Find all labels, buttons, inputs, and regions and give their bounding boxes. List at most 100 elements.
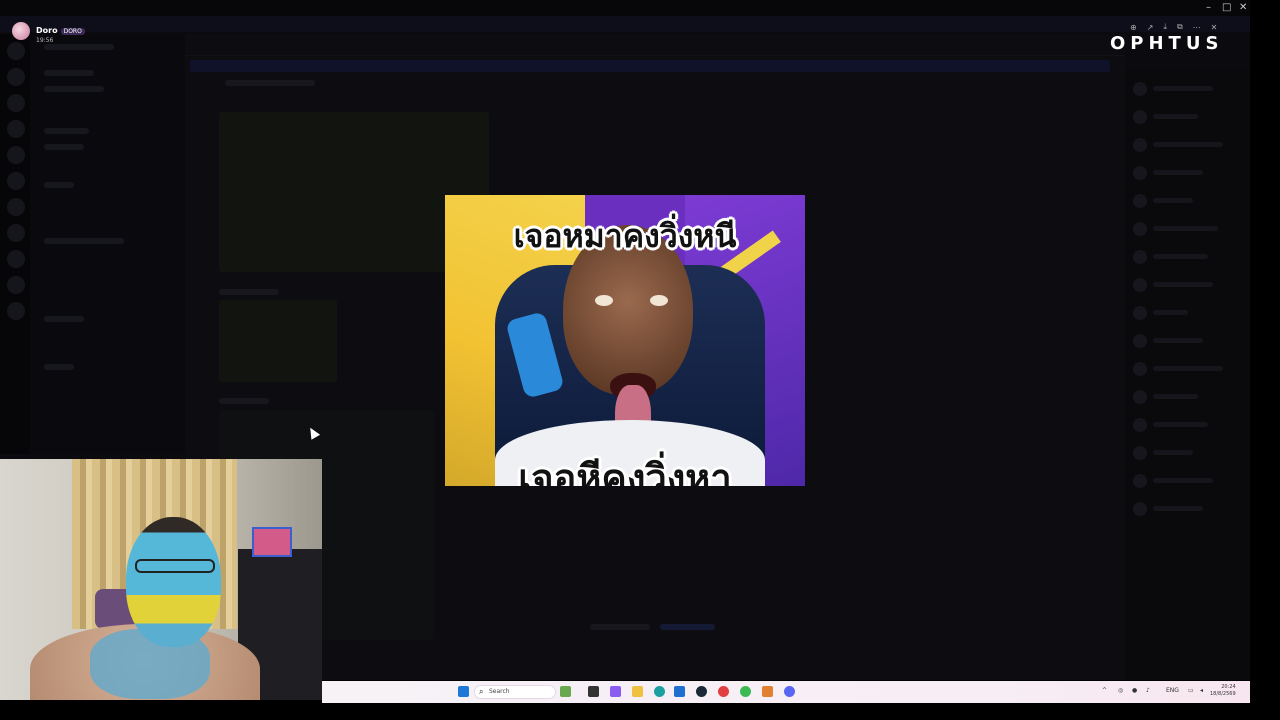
member-name [1153, 198, 1193, 203]
taskbar-search[interactable]: ⌕ Search [474, 685, 556, 699]
share-icon[interactable]: ↗ [1147, 23, 1154, 32]
server-icon[interactable] [7, 68, 25, 86]
member-name [1153, 450, 1193, 455]
language-indicator[interactable]: ENG [1166, 687, 1179, 694]
member-avatar[interactable] [1133, 390, 1147, 404]
channel-item[interactable] [44, 238, 124, 244]
open-external-icon[interactable]: ⧉ [1177, 22, 1183, 32]
chrome-icon[interactable] [718, 686, 729, 697]
member-avatar[interactable] [1133, 278, 1147, 292]
uploader-tag: DORO [60, 28, 85, 35]
server-icon[interactable] [7, 250, 25, 268]
channel-item[interactable] [44, 128, 89, 134]
upload-time: 19:56 [36, 37, 54, 44]
maximize-button[interactable]: □ [1222, 2, 1231, 13]
tray-app-icon[interactable]: ◎ [1118, 687, 1123, 694]
download-icon[interactable]: ⤓ [1163, 22, 1167, 32]
member-avatar[interactable] [1133, 502, 1147, 516]
server-icon[interactable] [7, 120, 25, 138]
channel-list [30, 34, 185, 454]
member-avatar[interactable] [1133, 250, 1147, 264]
taskbar: ⌕ Search ^ ◎ ● ♪ ENG ▭ ◂ 20:24 18/8/2569 [322, 681, 1250, 703]
member-avatar[interactable] [1133, 194, 1147, 208]
file-explorer-icon[interactable] [632, 686, 643, 697]
server-icon[interactable] [7, 302, 25, 320]
meme-caption-bottom: เจอหีคงวิ่งหา [518, 456, 732, 486]
microphone-icon[interactable]: ♪ [1146, 687, 1150, 694]
channel-item[interactable] [44, 316, 84, 322]
server-icon[interactable] [7, 198, 25, 216]
edge-icon[interactable] [654, 686, 665, 697]
avatar[interactable] [12, 22, 30, 40]
volume-icon[interactable]: ◂ [1200, 687, 1203, 694]
tray-overflow-icon[interactable]: ^ [1102, 687, 1107, 694]
member-avatar[interactable] [1133, 222, 1147, 236]
server-icon[interactable] [7, 224, 25, 242]
taskbar-clock[interactable]: 20:24 18/8/2569 [1210, 684, 1236, 698]
member-avatar[interactable] [1133, 362, 1147, 376]
network-icon[interactable]: ▭ [1188, 687, 1194, 694]
message-image[interactable] [219, 300, 337, 382]
server-icon[interactable] [7, 146, 25, 164]
member-name [1153, 282, 1213, 287]
meme-image[interactable]: เจอหมาคงวิ่งหนี เจอหีคงวิ่งหา [445, 195, 805, 486]
widgets-icon[interactable] [560, 686, 571, 697]
channel-item[interactable] [44, 86, 104, 92]
store-icon[interactable] [674, 686, 685, 697]
member-name [1153, 422, 1208, 427]
close-icon[interactable]: ✕ [1211, 23, 1218, 32]
right-eye [650, 295, 668, 306]
task-view-icon[interactable] [588, 686, 599, 697]
channel-item[interactable] [44, 364, 74, 370]
search-placeholder: Search [489, 688, 510, 695]
message-line [219, 289, 279, 295]
streamer-painted-face [126, 517, 221, 647]
app-icon[interactable] [762, 686, 773, 697]
server-icon[interactable] [7, 276, 25, 294]
member-avatar[interactable] [1133, 138, 1147, 152]
chat-header [185, 34, 1125, 56]
window-titlebar [0, 16, 1250, 32]
member-name [1153, 114, 1198, 119]
member-avatar[interactable] [1133, 446, 1147, 460]
meme-caption-top: เจอหมาคงวิ่งหนี [513, 217, 737, 255]
tray-app-icon[interactable]: ● [1132, 687, 1137, 694]
channel-item[interactable] [44, 44, 114, 50]
chat-banner [190, 60, 1110, 72]
channel-item[interactable] [44, 144, 84, 150]
webcam-feed [0, 459, 322, 700]
search-icon: ⌕ [479, 687, 484, 696]
member-name [1153, 226, 1218, 231]
copilot-icon[interactable] [610, 686, 621, 697]
discord-icon[interactable] [784, 686, 795, 697]
member-avatar[interactable] [1133, 166, 1147, 180]
start-icon[interactable] [458, 686, 469, 697]
member-avatar[interactable] [1133, 418, 1147, 432]
member-name [1153, 142, 1223, 147]
zoom-in-icon[interactable]: ⊕ [1130, 23, 1137, 32]
channel-item[interactable] [44, 70, 94, 76]
member-avatar[interactable] [1133, 306, 1147, 320]
uploader-info: Doro DORO 19:56 [12, 18, 85, 44]
member-avatar[interactable] [1133, 474, 1147, 488]
server-icon[interactable] [7, 42, 25, 60]
steam-icon[interactable] [696, 686, 707, 697]
member-avatar[interactable] [1133, 110, 1147, 124]
server-icon[interactable] [7, 94, 25, 112]
server-icon[interactable] [7, 172, 25, 190]
chrome-profile-icon[interactable] [740, 686, 751, 697]
window-close-button[interactable]: ✕ [1239, 2, 1247, 13]
member-name [1153, 366, 1223, 371]
more-icon[interactable]: ⋯ [1193, 23, 1201, 32]
minimize-button[interactable]: – [1206, 2, 1211, 13]
channel-item[interactable] [44, 182, 74, 188]
member-name [1153, 478, 1213, 483]
member-list [1125, 70, 1250, 680]
member-avatar[interactable] [1133, 334, 1147, 348]
message-line [225, 80, 315, 86]
member-name [1153, 394, 1198, 399]
member-name [1153, 86, 1213, 91]
member-name [1153, 506, 1203, 511]
member-avatar[interactable] [1133, 82, 1147, 96]
streamer-glasses [135, 559, 215, 573]
